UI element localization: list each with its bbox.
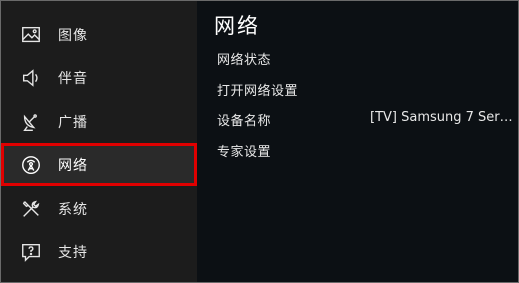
sidebar-item-support[interactable]: 支持 — [1, 230, 197, 273]
menu-item-label: 设备名称 — [217, 114, 272, 129]
menu-item-open-network-settings[interactable]: 打开网络设置 — [198, 74, 518, 104]
sidebar-item-label: 系统 — [58, 201, 88, 218]
sidebar-item-system[interactable]: 系统 — [1, 187, 197, 230]
settings-sidebar: 图像 伴音 广播 网络 系统 支持 — [1, 1, 197, 282]
menu-item-label: 网络状态 — [217, 53, 272, 68]
sidebar-item-sound[interactable]: 伴音 — [1, 56, 197, 99]
picture-icon — [19, 23, 43, 47]
network-panel: 网络 网络状态 打开网络设置 设备名称 [TV] Samsung 7 Serie… — [198, 1, 518, 282]
sidebar-item-network[interactable]: 网络 — [1, 143, 197, 186]
sidebar-item-broadcast[interactable]: 广播 — [1, 100, 197, 143]
sidebar-item-label: 支持 — [58, 244, 88, 261]
menu-item-device-name[interactable]: 设备名称 [TV] Samsung 7 Series — [198, 104, 518, 134]
tools-icon — [19, 197, 43, 221]
menu-item-expert-settings[interactable]: 专家设置 — [198, 135, 518, 165]
page-title: 网络 — [214, 14, 260, 38]
menu-item-network-status[interactable]: 网络状态 — [198, 43, 518, 73]
menu-item-label: 专家设置 — [217, 145, 272, 160]
help-chat-icon — [19, 240, 43, 264]
sidebar-item-picture[interactable]: 图像 — [1, 13, 197, 56]
sidebar-item-label: 伴音 — [58, 70, 88, 87]
menu-item-label: 打开网络设置 — [217, 84, 299, 99]
network-antenna-icon — [19, 153, 43, 177]
device-name-value: [TV] Samsung 7 Series — [370, 110, 514, 125]
sidebar-item-label: 图像 — [58, 27, 88, 44]
sidebar-item-label: 网络 — [58, 157, 88, 174]
satellite-dish-icon — [19, 110, 43, 134]
speaker-icon — [19, 66, 43, 90]
sidebar-item-label: 广播 — [58, 114, 88, 131]
